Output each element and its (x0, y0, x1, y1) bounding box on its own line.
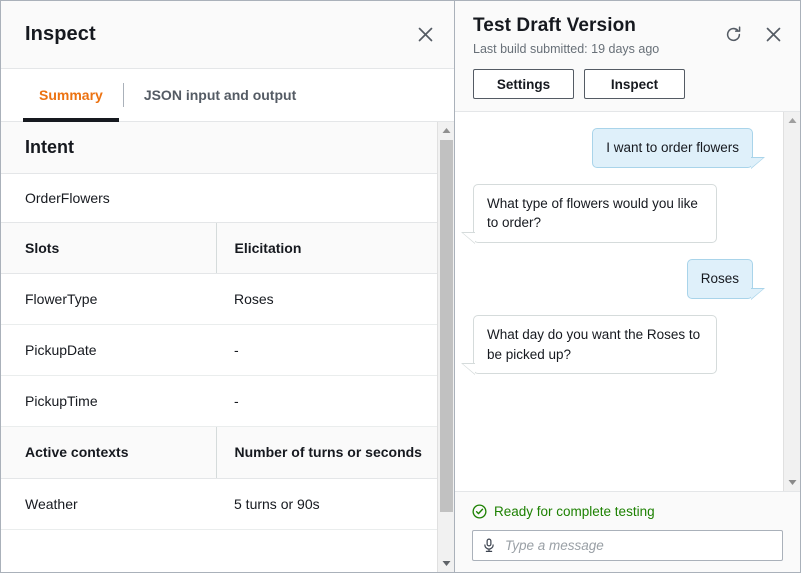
contexts-col-header-active-contexts: Active contexts (1, 427, 216, 478)
context-name: Weather (1, 478, 216, 529)
chat-area: I want to order flowers What type of flo… (455, 112, 800, 492)
slot-name: FlowerType (1, 274, 216, 325)
slots-table-head: Slots Elicitation (1, 223, 437, 274)
slot-elicitation: - (216, 376, 437, 427)
test-panel-buttons: Settings Inspect (473, 69, 784, 99)
contexts-header-row: Active contexts Number of turns or secon… (1, 427, 437, 478)
chat-scrollbar[interactable] (783, 112, 800, 491)
last-build-status: Last build submitted: 19 days ago (473, 42, 784, 56)
list-item: What type of flowers would you like to o… (473, 184, 769, 243)
tab-json-label: JSON input and output (144, 87, 296, 103)
slots-header-row: Slots Elicitation (1, 223, 437, 274)
inspect-panel-header: Inspect (1, 1, 454, 69)
status-text: Ready for complete testing (494, 504, 655, 519)
user-message-bubble: Roses (687, 259, 753, 299)
intent-section-header: Intent (1, 122, 437, 174)
list-item: Roses (473, 259, 769, 299)
page-title: Inspect (25, 23, 414, 46)
table-row: PickupTime - (1, 376, 437, 427)
active-contexts-table: Active contexts Number of turns or secon… (1, 427, 437, 529)
refresh-icon[interactable] (724, 25, 743, 44)
context-turns: 5 turns or 90s (216, 478, 437, 529)
slots-table: Slots Elicitation FlowerType Roses Picku… (1, 223, 437, 427)
inspect-scrollbar[interactable] (437, 122, 454, 572)
list-item: I want to order flowers (473, 128, 769, 168)
bot-message-bubble: What day do you want the Roses to be pic… (473, 315, 717, 374)
table-row: Weather 5 turns or 90s (1, 478, 437, 529)
slot-elicitation: Roses (216, 274, 437, 325)
intent-value-row: OrderFlowers (1, 174, 437, 223)
slot-name: PickupDate (1, 325, 216, 376)
inspect-panel: Inspect Summary JSON input and output In… (1, 1, 455, 572)
scroll-down-arrow-icon[interactable] (438, 555, 454, 572)
settings-button[interactable]: Settings (473, 69, 574, 99)
slot-elicitation: - (216, 325, 437, 376)
close-icon[interactable] (765, 26, 782, 43)
slots-col-header-slots: Slots (1, 223, 216, 274)
test-panel: Test Draft Version Last build submitted:… (455, 1, 800, 572)
slots-table-body: FlowerType Roses PickupDate - PickupTime… (1, 274, 437, 427)
intent-heading: Intent (25, 137, 413, 158)
contexts-table-body: Weather 5 turns or 90s (1, 478, 437, 529)
table-row: PickupDate - (1, 325, 437, 376)
chat-message-list: I want to order flowers What type of flo… (455, 112, 783, 491)
test-panel-footer: Ready for complete testing (455, 492, 800, 572)
test-panel-header: Test Draft Version Last build submitted:… (455, 1, 800, 112)
inspect-scroll-region: Intent OrderFlowers Slots Elicitation F (1, 122, 454, 572)
close-icon[interactable] (414, 24, 436, 46)
microphone-icon[interactable] (482, 538, 496, 553)
intent-name: OrderFlowers (25, 190, 110, 206)
table-row: FlowerType Roses (1, 274, 437, 325)
contexts-table-head: Active contexts Number of turns or secon… (1, 427, 437, 478)
status-badge: Ready for complete testing (472, 504, 783, 519)
scroll-up-arrow-icon[interactable] (438, 122, 454, 139)
tab-summary-label: Summary (39, 87, 103, 103)
slot-name: PickupTime (1, 376, 216, 427)
inspect-content: Intent OrderFlowers Slots Elicitation F (1, 122, 437, 572)
inspect-button[interactable]: Inspect (584, 69, 685, 99)
tab-json-input-and-output[interactable]: JSON input and output (124, 69, 316, 121)
message-input-wrapper[interactable] (472, 530, 783, 561)
test-header-icons (724, 25, 782, 44)
tab-summary[interactable]: Summary (19, 69, 123, 121)
scroll-up-arrow-icon[interactable] (784, 112, 800, 129)
user-message-bubble: I want to order flowers (592, 128, 753, 168)
slots-col-header-elicitation: Elicitation (216, 223, 437, 274)
inspect-tabs: Summary JSON input and output (1, 69, 454, 122)
contexts-col-header-turns: Number of turns or seconds (216, 427, 437, 478)
bot-message-bubble: What type of flowers would you like to o… (473, 184, 717, 243)
app-root: Inspect Summary JSON input and output In… (0, 0, 801, 573)
check-circle-icon (472, 504, 487, 519)
inspect-scrollbar-thumb[interactable] (440, 140, 453, 512)
list-item: What day do you want the Roses to be pic… (473, 315, 769, 374)
message-input[interactable] (505, 538, 773, 553)
scroll-down-arrow-icon[interactable] (784, 474, 800, 491)
